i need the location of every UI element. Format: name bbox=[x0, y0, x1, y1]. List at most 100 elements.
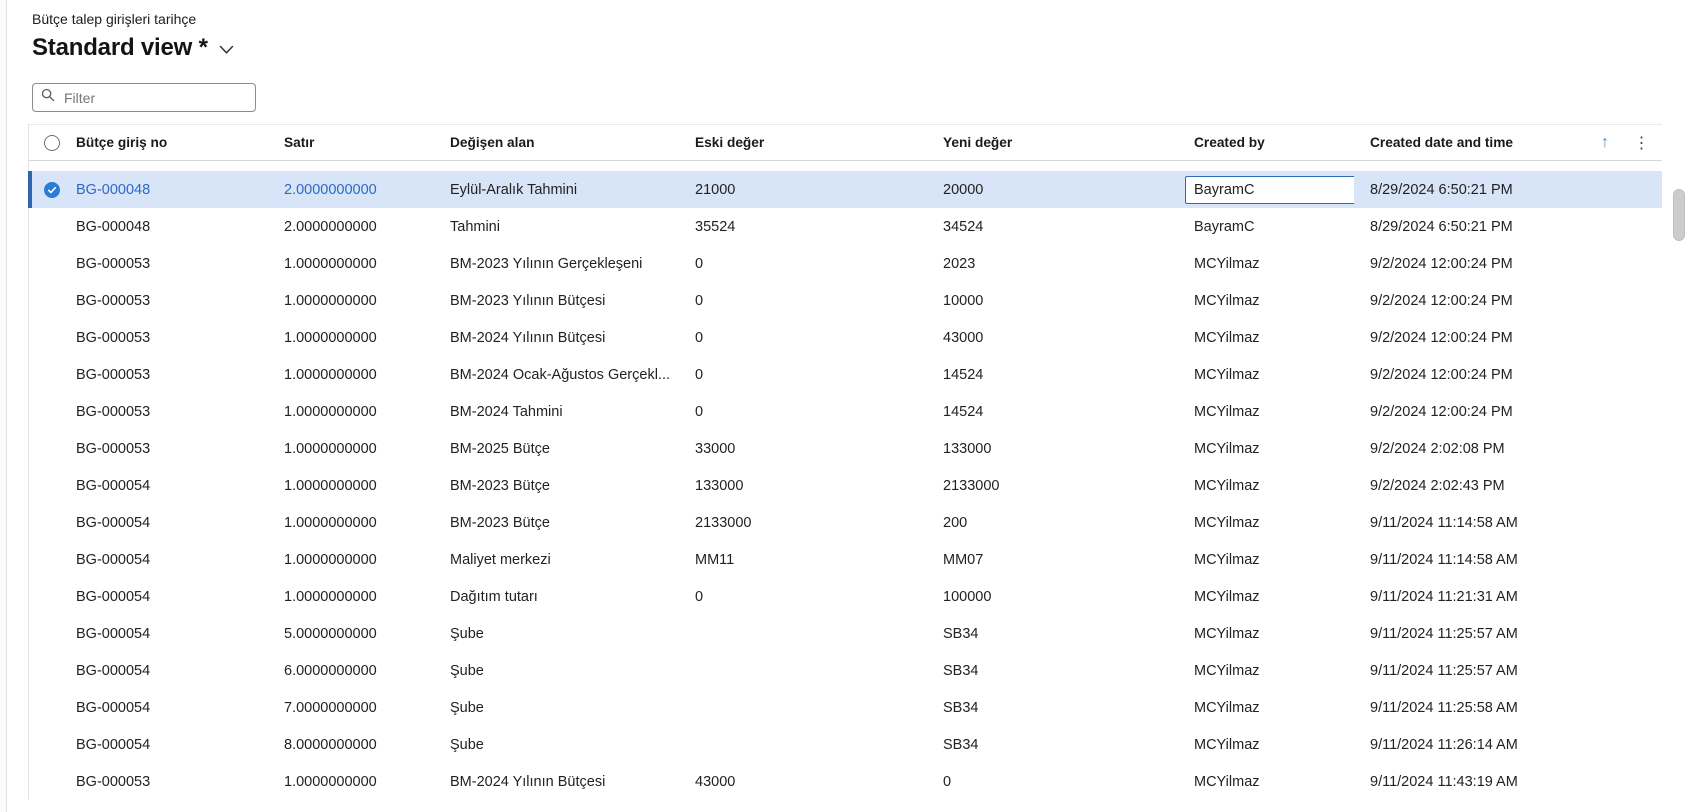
budget-entry-link[interactable]: BG-000054 bbox=[66, 700, 268, 716]
old-value-cell: 21000 bbox=[695, 181, 736, 198]
row-select-cell[interactable] bbox=[29, 293, 66, 309]
grid-options-cell[interactable]: ⋮ bbox=[1621, 133, 1662, 153]
row-select-cell[interactable] bbox=[29, 478, 66, 494]
new-value-cell: 100000 bbox=[943, 588, 992, 605]
row-select-cell[interactable] bbox=[29, 737, 66, 753]
created-by-cell: MCYilmaz bbox=[1178, 256, 1354, 272]
budget-entry-link[interactable]: BG-000053 bbox=[66, 404, 268, 420]
table-row[interactable]: BG-000054 1.0000000000 Maliyet merkezi M… bbox=[29, 541, 1662, 578]
line-number-cell: 6.0000000000 bbox=[284, 662, 377, 679]
page-caption: Bütçe talep girişleri tarihçe bbox=[32, 11, 197, 27]
line-number-cell: 1.0000000000 bbox=[284, 255, 377, 272]
old-value-cell: 0 bbox=[695, 255, 704, 272]
column-header-entry[interactable]: Bütçe giriş no bbox=[66, 135, 268, 150]
row-select-cell[interactable] bbox=[29, 589, 66, 605]
budget-entry-link[interactable]: BG-000054 bbox=[66, 478, 268, 494]
partially-scrolled-row bbox=[29, 161, 1662, 171]
row-select-cell[interactable] bbox=[29, 626, 66, 642]
row-select-cell[interactable] bbox=[29, 663, 66, 679]
table-row[interactable]: BG-000053 1.0000000000 BM-2025 Bütçe 330… bbox=[29, 430, 1662, 467]
page-title[interactable]: Standard view * bbox=[32, 34, 208, 62]
table-row[interactable]: BG-000054 5.0000000000 Şube SB34 MCYilma… bbox=[29, 615, 1662, 652]
more-options-icon[interactable]: ⋮ bbox=[1634, 135, 1650, 152]
budget-entry-link[interactable]: BG-000054 bbox=[66, 737, 268, 753]
old-value-cell: 2133000 bbox=[695, 514, 752, 531]
row-selected-checkbox[interactable] bbox=[44, 181, 60, 198]
row-select-cell[interactable] bbox=[29, 441, 66, 457]
created-by-value: MCYilmaz bbox=[1194, 366, 1260, 383]
line-number-cell: 2.0000000000 bbox=[284, 181, 377, 198]
changed-field-cell: Dağıtım tutarı bbox=[450, 588, 538, 605]
created-by-cell: BayramC bbox=[1178, 175, 1354, 204]
column-header-changed-field[interactable]: Değişen alan bbox=[434, 135, 679, 150]
row-select-cell[interactable] bbox=[29, 256, 66, 272]
table-row[interactable]: BG-000053 1.0000000000 BM-2023 Yılının B… bbox=[29, 282, 1662, 319]
budget-entry-link[interactable]: BG-000053 bbox=[66, 330, 268, 346]
row-select-cell[interactable] bbox=[29, 515, 66, 531]
budget-entry-link[interactable]: BG-000054 bbox=[66, 663, 268, 679]
line-number-cell: 1.0000000000 bbox=[284, 329, 377, 346]
budget-entry-link[interactable]: BG-000054 bbox=[66, 626, 268, 642]
row-select-cell[interactable] bbox=[29, 404, 66, 420]
new-value-cell: SB34 bbox=[943, 662, 979, 679]
table-row[interactable]: BG-000053 1.0000000000 BM-2024 Tahmini 0… bbox=[29, 393, 1662, 430]
table-row[interactable]: BG-000054 1.0000000000 Dağıtım tutarı 0 … bbox=[29, 578, 1662, 615]
table-row[interactable]: BG-000053 1.0000000000 BM-2024 Ocak-Ağus… bbox=[29, 356, 1662, 393]
row-select-cell[interactable] bbox=[29, 774, 66, 790]
vertical-scrollbar-thumb[interactable] bbox=[1673, 189, 1685, 241]
created-by-value: BayramC bbox=[1194, 218, 1255, 235]
select-all-checkbox[interactable] bbox=[44, 134, 60, 151]
changed-field-cell: BM-2024 Yılının Bütçesi bbox=[450, 773, 606, 790]
table-row[interactable]: BG-000054 8.0000000000 Şube SB34 MCYilma… bbox=[29, 726, 1662, 763]
column-header-line[interactable]: Satır bbox=[268, 135, 434, 150]
row-select-cell[interactable] bbox=[29, 367, 66, 383]
table-row[interactable]: BG-000048 2.0000000000 Tahmini 35524 345… bbox=[29, 208, 1662, 245]
budget-entry-link[interactable]: BG-000054 bbox=[66, 515, 268, 531]
new-value-cell: 43000 bbox=[943, 329, 984, 346]
old-value-cell: MM11 bbox=[695, 551, 735, 568]
table-row[interactable]: BG-000048 2.0000000000 Eylül-Aralık Tahm… bbox=[28, 171, 1662, 208]
column-header-created-date[interactable]: Created date and time ↑ bbox=[1354, 134, 1621, 152]
changed-field-cell: Şube bbox=[450, 625, 484, 642]
row-select-cell[interactable] bbox=[29, 700, 66, 716]
filter-field[interactable] bbox=[32, 83, 256, 112]
table-row[interactable]: BG-000054 1.0000000000 BM-2023 Bütçe 213… bbox=[29, 504, 1662, 541]
line-number-cell: 7.0000000000 bbox=[284, 699, 377, 716]
created-date-cell: 9/2/2024 12:00:24 PM bbox=[1370, 366, 1513, 383]
row-select-cell[interactable] bbox=[29, 219, 66, 235]
column-header-new-value[interactable]: Yeni değer bbox=[927, 135, 1178, 150]
new-value-cell: MM07 bbox=[943, 551, 984, 568]
filter-input[interactable] bbox=[62, 88, 247, 107]
created-by-editor[interactable]: BayramC bbox=[1185, 175, 1354, 204]
row-select-cell[interactable] bbox=[29, 181, 66, 198]
column-header-old-value[interactable]: Eski değer bbox=[679, 135, 927, 150]
table-row[interactable]: BG-000053 1.0000000000 BM-2024 Yılının B… bbox=[29, 763, 1662, 800]
row-select-cell[interactable] bbox=[29, 330, 66, 346]
budget-entry-link[interactable]: BG-000053 bbox=[66, 367, 268, 383]
column-header-created-by[interactable]: Created by bbox=[1178, 135, 1354, 150]
row-select-cell[interactable] bbox=[29, 552, 66, 568]
budget-entry-link[interactable]: BG-000053 bbox=[66, 256, 268, 272]
budget-entry-link[interactable]: BG-000054 bbox=[66, 589, 268, 605]
old-value-cell: 0 bbox=[695, 403, 704, 420]
budget-entry-link[interactable]: BG-000053 bbox=[66, 774, 268, 790]
chevron-down-icon[interactable] bbox=[219, 42, 234, 60]
budget-entry-link[interactable]: BG-000054 bbox=[66, 552, 268, 568]
changed-field-cell: BM-2024 Tahmini bbox=[450, 403, 563, 420]
table-row[interactable]: BG-000053 1.0000000000 BM-2024 Yılının B… bbox=[29, 319, 1662, 356]
created-by-cell: MCYilmaz bbox=[1178, 441, 1354, 457]
old-value-cell: 35524 bbox=[695, 218, 736, 235]
created-date-cell: 9/11/2024 11:14:58 AM bbox=[1370, 551, 1518, 568]
select-all-cell[interactable] bbox=[29, 134, 66, 151]
budget-entry-link[interactable]: BG-000048 bbox=[66, 182, 268, 198]
changed-field-cell: BM-2023 Yılının Gerçekleşeni bbox=[450, 255, 643, 272]
changed-field-cell: Şube bbox=[450, 699, 484, 716]
table-row[interactable]: BG-000054 6.0000000000 Şube SB34 MCYilma… bbox=[29, 652, 1662, 689]
table-row[interactable]: BG-000054 1.0000000000 BM-2023 Bütçe 133… bbox=[29, 467, 1662, 504]
budget-entry-link[interactable]: BG-000053 bbox=[66, 293, 268, 309]
view-selector[interactable]: Standard view * bbox=[32, 34, 234, 62]
budget-entry-link[interactable]: BG-000053 bbox=[66, 441, 268, 457]
table-row[interactable]: BG-000054 7.0000000000 Şube SB34 MCYilma… bbox=[29, 689, 1662, 726]
table-row[interactable]: BG-000053 1.0000000000 BM-2023 Yılının G… bbox=[29, 245, 1662, 282]
budget-entry-link[interactable]: BG-000048 bbox=[66, 219, 268, 235]
